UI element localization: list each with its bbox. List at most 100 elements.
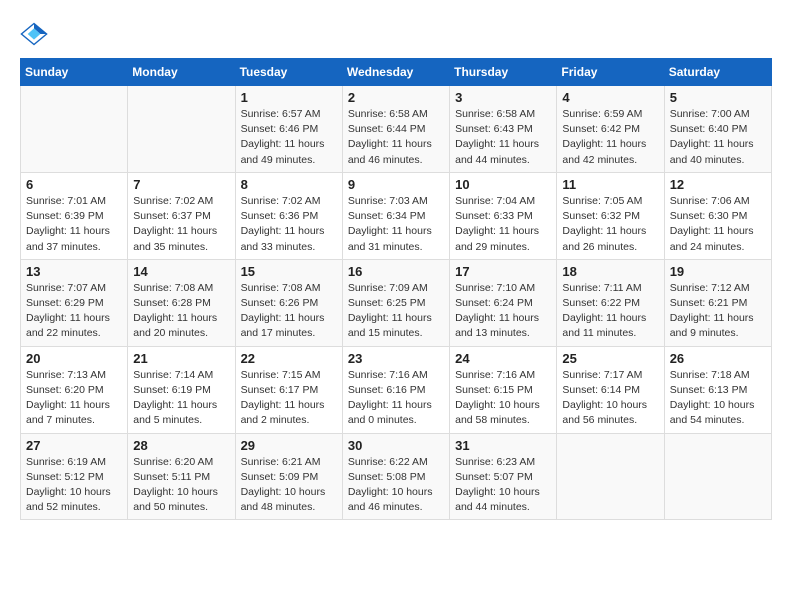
day-number: 1 [241,90,337,105]
day-cell: 23 Sunrise: 7:16 AM Sunset: 6:16 PM Dayli… [342,346,449,433]
day-number: 8 [241,177,337,192]
day-cell: 30Sunrise: 6:22 AM Sunset: 5:08 PM Dayli… [342,433,449,520]
day-number: 9 [348,177,444,192]
day-number: 14 [133,264,229,279]
day-cell: 5 Sunrise: 7:00 AM Sunset: 6:40 PM Daylig… [664,86,771,173]
weekday-header-monday: Monday [128,59,235,86]
day-cell: 4 Sunrise: 6:59 AM Sunset: 6:42 PM Daylig… [557,86,664,173]
week-row-5: 27Sunrise: 6:19 AM Sunset: 5:12 PM Dayli… [21,433,772,520]
day-number: 6 [26,177,122,192]
day-number: 25 [562,351,658,366]
calendar-header: SundayMondayTuesdayWednesdayThursdayFrid… [21,59,772,86]
day-number: 13 [26,264,122,279]
day-info: Sunrise: 7:02 AM Sunset: 6:37 PM Dayligh… [133,194,229,255]
weekday-header-wednesday: Wednesday [342,59,449,86]
day-number: 3 [455,90,551,105]
day-cell: 24Sunrise: 7:16 AM Sunset: 6:15 PM Dayli… [450,346,557,433]
day-cell: 16 Sunrise: 7:09 AM Sunset: 6:25 PM Dayli… [342,259,449,346]
day-cell: 3 Sunrise: 6:58 AM Sunset: 6:43 PM Daylig… [450,86,557,173]
day-number: 16 [348,264,444,279]
day-cell: 26 Sunrise: 7:18 AM Sunset: 6:13 PM Dayli… [664,346,771,433]
weekday-header-thursday: Thursday [450,59,557,86]
weekday-header-tuesday: Tuesday [235,59,342,86]
day-number: 12 [670,177,766,192]
day-cell: 17 Sunrise: 7:10 AM Sunset: 6:24 PM Dayli… [450,259,557,346]
day-number: 2 [348,90,444,105]
day-cell: 20 Sunrise: 7:13 AM Sunset: 6:20 PM Dayli… [21,346,128,433]
day-number: 7 [133,177,229,192]
day-info: Sunrise: 6:23 AM Sunset: 5:07 PM Dayligh… [455,455,551,516]
day-number: 29 [241,438,337,453]
day-info: Sunrise: 7:03 AM Sunset: 6:34 PM Dayligh… [348,194,444,255]
calendar-table: SundayMondayTuesdayWednesdayThursdayFrid… [20,58,772,520]
day-info: Sunrise: 7:14 AM Sunset: 6:19 PM Dayligh… [133,368,229,429]
day-cell: 22 Sunrise: 7:15 AM Sunset: 6:17 PM Dayli… [235,346,342,433]
weekday-header-friday: Friday [557,59,664,86]
day-cell: 31Sunrise: 6:23 AM Sunset: 5:07 PM Dayli… [450,433,557,520]
week-row-2: 6 Sunrise: 7:01 AM Sunset: 6:39 PM Daylig… [21,172,772,259]
day-cell: 1 Sunrise: 6:57 AM Sunset: 6:46 PM Daylig… [235,86,342,173]
day-number: 5 [670,90,766,105]
day-info: Sunrise: 7:06 AM Sunset: 6:30 PM Dayligh… [670,194,766,255]
day-info: Sunrise: 7:07 AM Sunset: 6:29 PM Dayligh… [26,281,122,342]
day-info: Sunrise: 7:13 AM Sunset: 6:20 PM Dayligh… [26,368,122,429]
day-info: Sunrise: 7:08 AM Sunset: 6:28 PM Dayligh… [133,281,229,342]
day-cell: 6 Sunrise: 7:01 AM Sunset: 6:39 PM Daylig… [21,172,128,259]
day-cell: 28 Sunrise: 6:20 AM Sunset: 5:11 PM Dayli… [128,433,235,520]
day-info: Sunrise: 7:01 AM Sunset: 6:39 PM Dayligh… [26,194,122,255]
weekday-header-row: SundayMondayTuesdayWednesdayThursdayFrid… [21,59,772,86]
day-cell: 14 Sunrise: 7:08 AM Sunset: 6:28 PM Dayli… [128,259,235,346]
day-cell [664,433,771,520]
week-row-3: 13 Sunrise: 7:07 AM Sunset: 6:29 PM Dayli… [21,259,772,346]
day-number: 22 [241,351,337,366]
day-cell: 15Sunrise: 7:08 AM Sunset: 6:26 PM Dayli… [235,259,342,346]
day-number: 23 [348,351,444,366]
day-cell: 11 Sunrise: 7:05 AM Sunset: 6:32 PM Dayli… [557,172,664,259]
logo [20,20,52,48]
day-info: Sunrise: 7:11 AM Sunset: 6:22 PM Dayligh… [562,281,658,342]
logo-icon [20,20,48,48]
day-info: Sunrise: 7:02 AM Sunset: 6:36 PM Dayligh… [241,194,337,255]
day-number: 10 [455,177,551,192]
day-number: 11 [562,177,658,192]
day-info: Sunrise: 7:04 AM Sunset: 6:33 PM Dayligh… [455,194,551,255]
day-info: Sunrise: 6:59 AM Sunset: 6:42 PM Dayligh… [562,107,658,168]
day-info: Sunrise: 7:17 AM Sunset: 6:14 PM Dayligh… [562,368,658,429]
calendar-body: 1 Sunrise: 6:57 AM Sunset: 6:46 PM Daylig… [21,86,772,520]
day-cell: 18 Sunrise: 7:11 AM Sunset: 6:22 PM Dayli… [557,259,664,346]
day-info: Sunrise: 7:00 AM Sunset: 6:40 PM Dayligh… [670,107,766,168]
day-cell: 25 Sunrise: 7:17 AM Sunset: 6:14 PM Dayli… [557,346,664,433]
day-info: Sunrise: 6:58 AM Sunset: 6:43 PM Dayligh… [455,107,551,168]
day-info: Sunrise: 7:09 AM Sunset: 6:25 PM Dayligh… [348,281,444,342]
day-cell: 21Sunrise: 7:14 AM Sunset: 6:19 PM Dayli… [128,346,235,433]
day-cell: 8 Sunrise: 7:02 AM Sunset: 6:36 PM Daylig… [235,172,342,259]
day-info: Sunrise: 7:15 AM Sunset: 6:17 PM Dayligh… [241,368,337,429]
day-info: Sunrise: 7:12 AM Sunset: 6:21 PM Dayligh… [670,281,766,342]
day-number: 4 [562,90,658,105]
day-number: 18 [562,264,658,279]
day-info: Sunrise: 7:05 AM Sunset: 6:32 PM Dayligh… [562,194,658,255]
day-number: 24 [455,351,551,366]
day-number: 20 [26,351,122,366]
day-info: Sunrise: 6:20 AM Sunset: 5:11 PM Dayligh… [133,455,229,516]
day-cell: 13 Sunrise: 7:07 AM Sunset: 6:29 PM Dayli… [21,259,128,346]
day-number: 26 [670,351,766,366]
day-cell [128,86,235,173]
day-info: Sunrise: 6:57 AM Sunset: 6:46 PM Dayligh… [241,107,337,168]
day-number: 15 [241,264,337,279]
day-info: Sunrise: 7:18 AM Sunset: 6:13 PM Dayligh… [670,368,766,429]
day-number: 28 [133,438,229,453]
day-info: Sunrise: 7:16 AM Sunset: 6:16 PM Dayligh… [348,368,444,429]
day-info: Sunrise: 7:10 AM Sunset: 6:24 PM Dayligh… [455,281,551,342]
week-row-1: 1 Sunrise: 6:57 AM Sunset: 6:46 PM Daylig… [21,86,772,173]
day-number: 17 [455,264,551,279]
day-cell [557,433,664,520]
day-cell: 12 Sunrise: 7:06 AM Sunset: 6:30 PM Dayli… [664,172,771,259]
day-cell: 9 Sunrise: 7:03 AM Sunset: 6:34 PM Daylig… [342,172,449,259]
day-info: Sunrise: 6:22 AM Sunset: 5:08 PM Dayligh… [348,455,444,516]
weekday-header-sunday: Sunday [21,59,128,86]
day-cell: 2Sunrise: 6:58 AM Sunset: 6:44 PM Daylig… [342,86,449,173]
page-header [20,20,772,48]
week-row-4: 20 Sunrise: 7:13 AM Sunset: 6:20 PM Dayli… [21,346,772,433]
day-cell [21,86,128,173]
